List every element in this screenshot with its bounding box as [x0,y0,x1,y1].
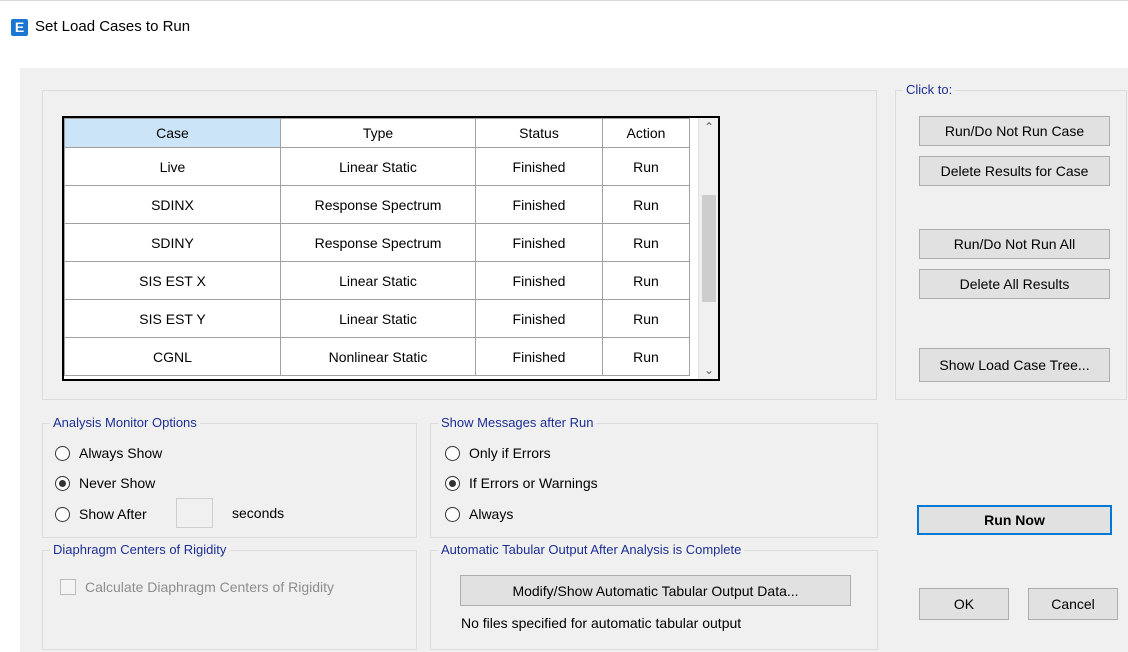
cell-action: Run [602,299,690,338]
run-do-not-run-all-button[interactable]: Run/Do Not Run All [919,229,1110,259]
table-header-row: Case Type Status Action [64,118,690,148]
cell-status: Finished [475,185,603,224]
cell-case: CGNL [64,337,281,376]
analysis-monitor-legend: Analysis Monitor Options [50,415,200,430]
run-now-button[interactable]: Run Now [917,505,1112,535]
cell-type: Response Spectrum [280,185,476,224]
table-row[interactable]: CGNL Nonlinear Static Finished Run [64,337,690,376]
etabs-app-icon: E [11,19,28,36]
cell-type: Linear Static [280,147,476,186]
click-to-legend: Click to: [903,82,956,97]
ok-button[interactable]: OK [919,588,1009,620]
table-row[interactable]: SDINX Response Spectrum Finished Run [64,185,690,224]
only-if-errors-radio[interactable]: Only if Errors [445,442,551,464]
cell-action: Run [602,147,690,186]
cell-status: Finished [475,299,603,338]
radio-unchecked-icon [55,445,70,461]
cell-case: SDINY [64,223,281,262]
window-title: Set Load Cases to Run [35,18,191,35]
cell-action: Run [602,185,690,224]
cell-case: Live [64,147,281,186]
cell-case: SDINX [64,185,281,224]
cell-type: Linear Static [280,299,476,338]
cell-type: Response Spectrum [280,223,476,262]
run-do-not-run-case-button[interactable]: Run/Do Not Run Case [919,116,1110,146]
cell-action: Run [602,337,690,376]
seconds-label: seconds [232,505,285,521]
cell-action: Run [602,261,690,300]
table-row[interactable]: SIS EST Y Linear Static Finished Run [64,299,690,338]
column-header-action[interactable]: Action [602,118,690,148]
always-label: Always [469,506,514,522]
cell-case: SIS EST Y [64,299,281,338]
if-errors-or-warnings-label: If Errors or Warnings [469,475,598,491]
always-show-radio[interactable]: Always Show [55,442,162,464]
always-show-label: Always Show [79,445,163,461]
cell-case: SIS EST X [64,261,281,300]
table-row[interactable]: SIS EST X Linear Static Finished Run [64,261,690,300]
column-header-status[interactable]: Status [475,118,603,148]
show-after-seconds-input[interactable] [176,498,213,528]
cancel-button[interactable]: Cancel [1028,588,1118,620]
scroll-up-icon[interactable]: ⌃ [699,120,718,134]
radio-checked-icon [445,475,460,491]
cell-action: Run [602,223,690,262]
diaphragm-legend: Diaphragm Centers of Rigidity [50,542,230,557]
radio-unchecked-icon [445,506,460,522]
load-cases-grid[interactable]: Case Type Status Action Live Linear Stat… [62,116,720,381]
column-header-type[interactable]: Type [280,118,476,148]
scrollbar-thumb[interactable] [702,195,716,302]
never-show-label: Never Show [79,475,156,491]
radio-unchecked-icon [445,445,460,461]
cell-status: Finished [475,223,603,262]
tabular-output-legend: Automatic Tabular Output After Analysis … [438,542,745,557]
calculate-diaphragm-checkbox[interactable]: Calculate Diaphragm Centers of Rigidity [60,576,334,598]
show-after-radio[interactable]: Show After [55,503,147,525]
delete-results-for-case-button[interactable]: Delete Results for Case [919,156,1110,186]
column-header-case[interactable]: Case [64,118,281,148]
never-show-radio[interactable]: Never Show [55,472,155,494]
modify-show-tabular-output-button[interactable]: Modify/Show Automatic Tabular Output Dat… [460,575,851,606]
table-row[interactable]: SDINY Response Spectrum Finished Run [64,223,690,262]
diaphragm-panel [42,550,417,650]
scroll-down-icon[interactable]: ⌄ [699,363,718,377]
if-errors-or-warnings-radio[interactable]: If Errors or Warnings [445,472,598,494]
load-cases-table: Case Type Status Action Live Linear Stat… [64,118,690,376]
radio-unchecked-icon [55,506,70,522]
table-row[interactable]: Live Linear Static Finished Run [64,147,690,186]
only-if-errors-label: Only if Errors [469,445,551,461]
delete-all-results-button[interactable]: Delete All Results [919,269,1110,299]
show-messages-legend: Show Messages after Run [438,415,597,430]
show-after-label: Show After [79,506,147,522]
title-bar: E Set Load Cases to Run [0,0,1128,62]
checkbox-unchecked-icon [60,579,76,595]
calculate-diaphragm-label: Calculate Diaphragm Centers of Rigidity [85,579,334,595]
cell-type: Linear Static [280,261,476,300]
radio-checked-icon [55,475,70,491]
cell-status: Finished [475,261,603,300]
tabular-output-status: No files specified for automatic tabular… [461,615,742,631]
table-scrollbar[interactable]: ⌃ ⌄ [698,118,718,379]
cell-status: Finished [475,337,603,376]
cell-status: Finished [475,147,603,186]
cell-type: Nonlinear Static [280,337,476,376]
show-load-case-tree-button[interactable]: Show Load Case Tree... [919,348,1110,382]
always-radio[interactable]: Always [445,503,513,525]
